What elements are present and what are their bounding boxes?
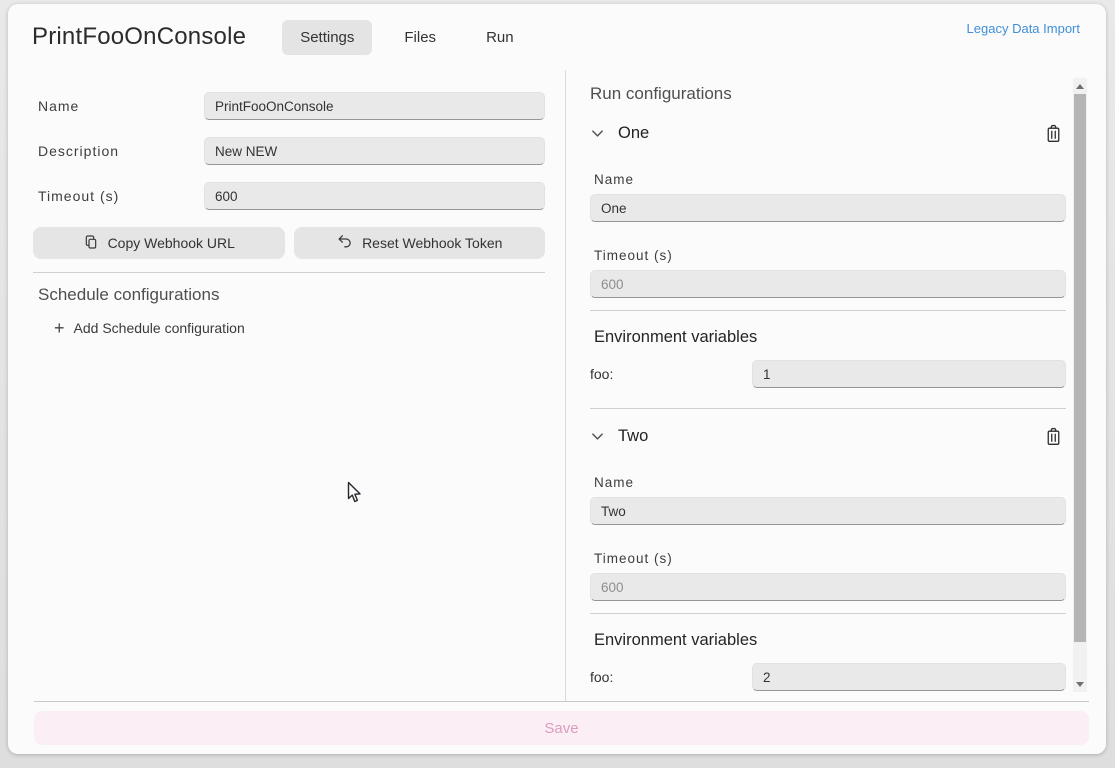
scroll-down-arrow[interactable] xyxy=(1073,677,1087,691)
tab-files[interactable]: Files xyxy=(386,20,454,55)
name-label: Name xyxy=(38,98,204,114)
description-field-row: Description xyxy=(38,137,545,165)
legacy-data-import-link[interactable]: Legacy Data Import xyxy=(967,21,1080,36)
add-schedule-configuration-label: Add Schedule configuration xyxy=(74,320,245,336)
name-field-row: Name xyxy=(38,92,545,120)
environment-variables-heading: Environment variables xyxy=(594,328,1066,347)
footer-bar: Save xyxy=(34,701,1089,745)
env-var-key: foo: xyxy=(590,366,752,382)
env-var-key: foo: xyxy=(590,669,752,685)
plus-icon: + xyxy=(54,319,65,337)
run-config-title: Two xyxy=(618,427,648,446)
config-name-label: Name xyxy=(594,475,1066,490)
description-label: Description xyxy=(38,143,204,159)
save-button[interactable]: Save xyxy=(34,711,1089,745)
divider xyxy=(590,613,1066,614)
run-config-header[interactable]: One xyxy=(590,114,1066,150)
run-configurations-panel: Run configurations One Name Timeout (s) xyxy=(566,70,1106,701)
config-timeout-input[interactable] xyxy=(590,270,1066,298)
env-var-value-input[interactable] xyxy=(752,360,1066,388)
reset-webhook-token-label: Reset Webhook Token xyxy=(362,235,502,251)
scrollbar-thumb[interactable] xyxy=(1074,94,1086,642)
environment-variables-heading: Environment variables xyxy=(594,631,1066,650)
settings-panel: Name Description Timeout (s) Copy Webhoo… xyxy=(8,70,566,701)
schedule-configurations-heading: Schedule configurations xyxy=(38,285,545,305)
scroll-up-arrow[interactable] xyxy=(1073,79,1087,93)
copy-webhook-url-label: Copy Webhook URL xyxy=(108,235,235,251)
run-configurations-heading: Run configurations xyxy=(590,84,1066,104)
undo-arrow-icon xyxy=(336,233,353,253)
config-timeout-label: Timeout (s) xyxy=(594,551,1066,566)
chevron-down-icon[interactable] xyxy=(590,429,605,444)
config-timeout-label: Timeout (s) xyxy=(594,248,1066,263)
main-content: Name Description Timeout (s) Copy Webhoo… xyxy=(8,70,1106,701)
divider xyxy=(33,272,545,273)
divider xyxy=(590,408,1066,409)
description-input[interactable] xyxy=(204,137,545,165)
chevron-down-icon[interactable] xyxy=(590,126,605,141)
run-config-section-one: One Name Timeout (s) Environment variabl… xyxy=(590,114,1066,409)
config-name-label: Name xyxy=(594,172,1066,187)
timeout-field-row: Timeout (s) xyxy=(38,182,545,210)
tab-bar: Settings Files Run xyxy=(282,20,531,55)
trash-icon xyxy=(1043,122,1064,144)
tab-settings[interactable]: Settings xyxy=(282,20,372,55)
vertical-scrollbar[interactable] xyxy=(1073,78,1087,692)
divider xyxy=(590,310,1066,311)
config-name-input[interactable] xyxy=(590,194,1066,222)
env-var-row: foo: xyxy=(590,360,1066,388)
run-config-section-two: Two Name Timeout (s) Environment variabl… xyxy=(590,417,1066,691)
trash-icon xyxy=(1043,425,1064,447)
env-var-value-input[interactable] xyxy=(752,663,1066,691)
timeout-label: Timeout (s) xyxy=(38,188,204,204)
env-var-row: foo: xyxy=(590,663,1066,691)
app-window: PrintFooOnConsole Settings Files Run Leg… xyxy=(8,4,1106,754)
timeout-input[interactable] xyxy=(204,182,545,210)
webhook-button-row: Copy Webhook URL Reset Webhook Token xyxy=(33,227,545,259)
page-title: PrintFooOnConsole xyxy=(32,23,246,51)
name-input[interactable] xyxy=(204,92,545,120)
copy-icon xyxy=(83,234,99,253)
run-config-title: One xyxy=(618,124,649,143)
config-timeout-input[interactable] xyxy=(590,573,1066,601)
config-name-input[interactable] xyxy=(590,497,1066,525)
delete-run-config-button[interactable] xyxy=(1043,425,1064,447)
app-header: PrintFooOnConsole Settings Files Run Leg… xyxy=(8,4,1106,70)
tab-run[interactable]: Run xyxy=(468,20,532,55)
copy-webhook-url-button[interactable]: Copy Webhook URL xyxy=(33,227,285,259)
add-schedule-configuration-button[interactable]: + Add Schedule configuration xyxy=(54,319,245,337)
run-config-header[interactable]: Two xyxy=(590,417,1066,453)
delete-run-config-button[interactable] xyxy=(1043,122,1064,144)
reset-webhook-token-button[interactable]: Reset Webhook Token xyxy=(294,227,546,259)
